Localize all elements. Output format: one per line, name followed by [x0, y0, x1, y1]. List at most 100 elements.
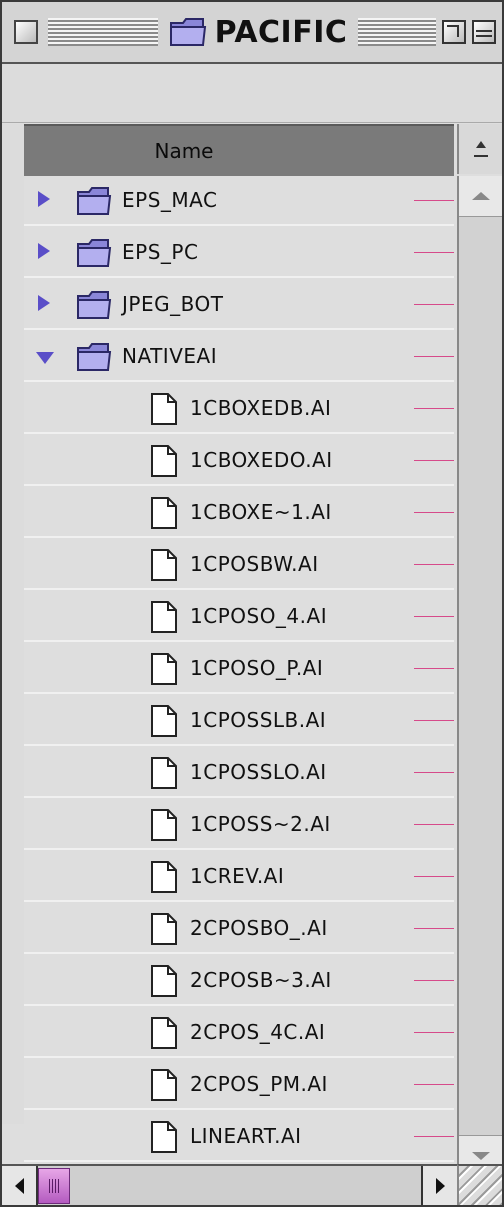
document-icon: [151, 1069, 177, 1101]
callout-line: [414, 564, 454, 565]
item-name-label: 1CPOSS~2.AI: [190, 812, 331, 836]
file-row[interactable]: 2CPOSB~3.AI: [24, 956, 454, 1006]
folder-icon: [169, 18, 206, 46]
item-name-label: 1CREV.AI: [190, 864, 285, 888]
disclosure-collapsed-icon[interactable]: [38, 295, 50, 311]
item-name-label: EPS_PC: [122, 240, 199, 264]
callout-line: [414, 252, 454, 253]
item-name-label: 1CPOSSLO.AI: [190, 760, 327, 784]
callout-line: [414, 928, 454, 929]
file-row[interactable]: 1CPOSS~2.AI: [24, 800, 454, 850]
title-bar[interactable]: PACIFIC: [2, 2, 502, 64]
column-header-name[interactable]: Name: [24, 124, 454, 178]
window-title-group: PACIFIC: [160, 8, 356, 56]
item-name-label: EPS_MAC: [122, 188, 218, 212]
document-icon: [151, 757, 177, 789]
callout-line: [414, 1136, 454, 1137]
callout-line: [414, 304, 454, 305]
file-row[interactable]: 2CPOS_PM.AI: [24, 1060, 454, 1110]
file-row[interactable]: 2CPOS_4C.AI: [24, 1008, 454, 1058]
title-bar-stripes-right: [358, 18, 436, 46]
item-name-label: 2CPOSB~3.AI: [190, 968, 332, 992]
scroll-right-button[interactable]: [421, 1166, 457, 1205]
file-row[interactable]: 1CPOSSLO.AI: [24, 748, 454, 798]
item-name-label: 2CPOS_PM.AI: [190, 1072, 328, 1096]
document-icon: [151, 653, 177, 685]
folder-icon: [77, 343, 112, 371]
callout-line: [414, 356, 454, 357]
file-row[interactable]: LINEART.AI: [24, 1112, 454, 1162]
callout-line: [414, 512, 454, 513]
close-box-icon[interactable]: [14, 20, 38, 44]
sort-direction-button[interactable]: [457, 124, 502, 174]
item-name-label: 2CPOS_4C.AI: [190, 1020, 326, 1044]
document-icon: [151, 861, 177, 893]
zoom-box-icon[interactable]: [442, 20, 466, 44]
item-name-label: 1CBOXE~1.AI: [190, 500, 332, 524]
arrow-right-icon: [435, 1177, 445, 1194]
folder-row[interactable]: EPS_PC: [24, 228, 454, 278]
file-row[interactable]: 1CPOSO_4.AI: [24, 592, 454, 642]
callout-line: [414, 720, 454, 721]
item-name-label: 2CPOSBO_.AI: [190, 916, 328, 940]
folder-icon: [77, 239, 112, 267]
file-row[interactable]: 2CPOSBO_.AI: [24, 904, 454, 954]
item-name-label: 1CPOSSLB.AI: [190, 708, 327, 732]
list-left-margin: [2, 124, 24, 1124]
file-row[interactable]: 1CBOXEDB.AI: [24, 384, 454, 434]
folder-row[interactable]: JPEG_BOT: [24, 280, 454, 330]
document-icon: [151, 705, 177, 737]
document-icon: [151, 1121, 177, 1153]
document-icon: [151, 393, 177, 425]
folder-row[interactable]: NATIVEAI: [24, 332, 454, 382]
file-row[interactable]: 1CPOSO_P.AI: [24, 644, 454, 694]
file-row[interactable]: 1CBOXE~1.AI: [24, 488, 454, 538]
callout-line: [414, 200, 454, 201]
folder-icon: [77, 291, 112, 319]
file-row[interactable]: 1CREV.AI: [24, 852, 454, 902]
callout-line: [414, 772, 454, 773]
file-row[interactable]: 1CPOSBW.AI: [24, 540, 454, 590]
arrow-up-icon: [471, 192, 490, 200]
item-name-label: 1CBOXEDO.AI: [190, 448, 333, 472]
item-name-label: LINEART.AI: [190, 1124, 302, 1148]
document-icon: [151, 1017, 177, 1049]
document-icon: [151, 601, 177, 633]
scroll-left-button[interactable]: [2, 1166, 38, 1205]
callout-line: [414, 668, 454, 669]
folder-icon: [77, 187, 112, 215]
callout-line: [414, 876, 454, 877]
finder-window: PACIFIC Name EPS_MAC EPS_PC JPEG_BOT NATIVE…: [0, 0, 504, 1207]
file-list: EPS_MAC EPS_PC JPEG_BOT NATIVEAI 1CBOXEDB.AI…: [24, 176, 454, 1176]
resize-grip-icon[interactable]: [457, 1164, 502, 1205]
item-name-label: 1CBOXEDB.AI: [190, 396, 332, 420]
document-icon: [151, 809, 177, 841]
file-row[interactable]: 1CBOXEDO.AI: [24, 436, 454, 486]
callout-line: [414, 980, 454, 981]
sort-direction-icon: [473, 141, 488, 157]
item-name-label: JPEG_BOT: [122, 292, 224, 316]
item-name-label: 1CPOSBW.AI: [190, 552, 319, 576]
collapse-box-icon[interactable]: [472, 20, 496, 44]
disclosure-expanded-icon[interactable]: [36, 352, 54, 364]
vertical-scrollbar[interactable]: [457, 176, 502, 1176]
disclosure-collapsed-icon[interactable]: [38, 243, 50, 259]
column-header-label: Name: [154, 139, 214, 163]
window-title: PACIFIC: [214, 14, 348, 50]
item-name-label: 1CPOSO_4.AI: [190, 604, 328, 628]
callout-line: [414, 460, 454, 461]
window-header-area: [2, 64, 502, 123]
document-icon: [151, 497, 177, 529]
document-icon: [151, 913, 177, 945]
document-icon: [151, 549, 177, 581]
horizontal-scrollbar[interactable]: [2, 1164, 457, 1205]
scroll-thumb[interactable]: [38, 1168, 70, 1204]
callout-line: [414, 408, 454, 409]
folder-row[interactable]: EPS_MAC: [24, 176, 454, 226]
file-row[interactable]: 1CPOSSLB.AI: [24, 696, 454, 746]
callout-line: [414, 616, 454, 617]
arrow-left-icon: [14, 1177, 24, 1194]
scroll-up-button[interactable]: [459, 176, 502, 217]
callout-line: [414, 1084, 454, 1085]
disclosure-collapsed-icon[interactable]: [38, 191, 50, 207]
